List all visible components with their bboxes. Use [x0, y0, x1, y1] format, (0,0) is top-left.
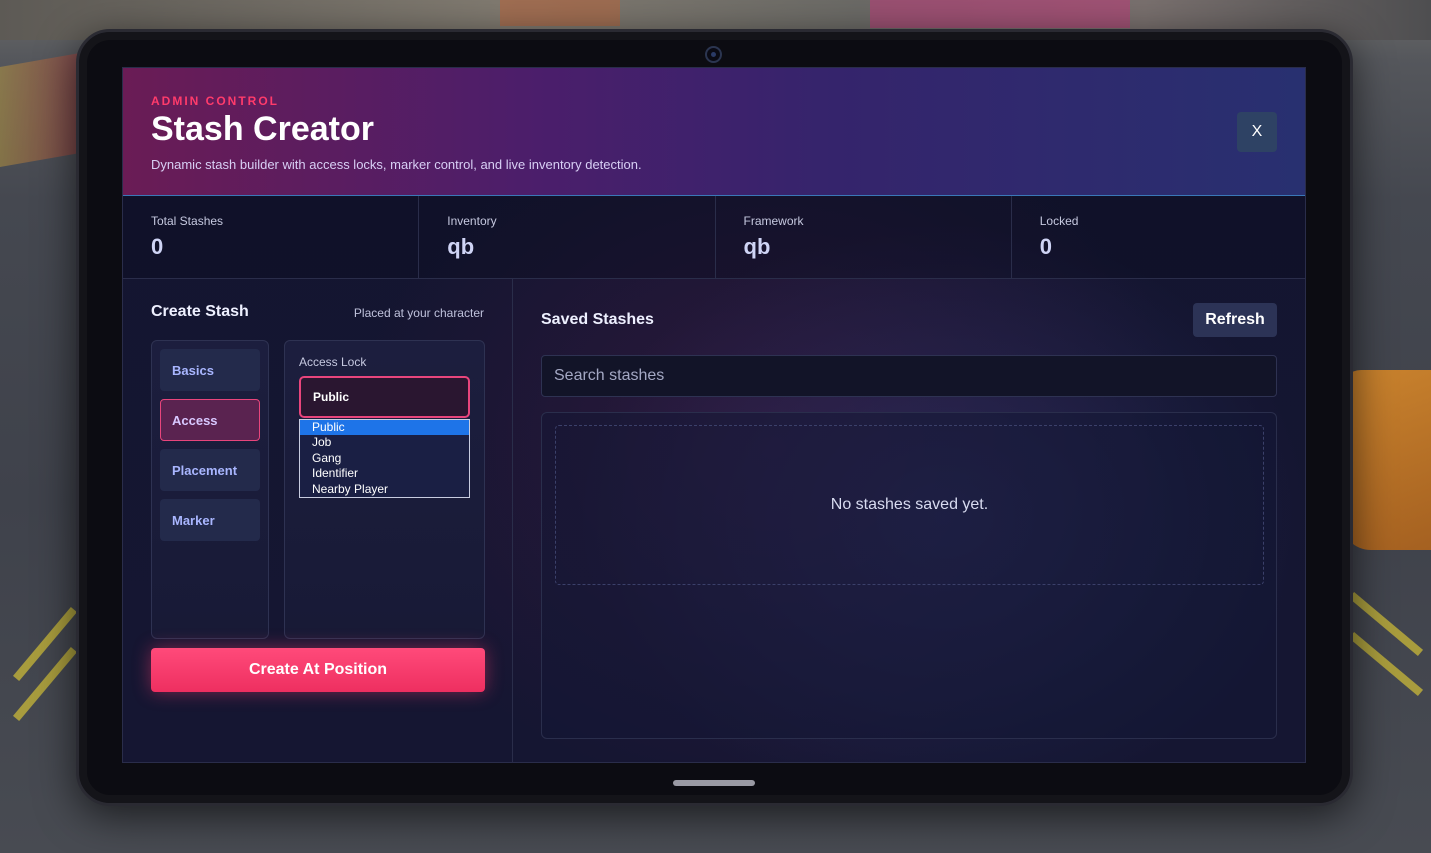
stat-value: 0: [151, 234, 164, 259]
stat-label: Locked: [1039, 214, 1079, 228]
background-graffiti: [0, 52, 80, 168]
refresh-button[interactable]: Refresh: [1193, 303, 1277, 337]
access-lock-select[interactable]: Public: [299, 376, 470, 418]
stat-label: Framework: [743, 214, 804, 228]
create-at-position-button[interactable]: Create At Position: [151, 648, 485, 692]
access-option-gang[interactable]: Gang: [300, 451, 469, 466]
background-graffiti: [500, 0, 620, 26]
page-subtitle: Dynamic stash builder with access locks,…: [151, 157, 642, 172]
stat-value: 0: [1039, 234, 1052, 259]
road-line: [13, 606, 77, 682]
saved-stashes-panel: Saved Stashes Refresh No stashes saved y…: [513, 279, 1305, 762]
access-option-public[interactable]: Public: [300, 420, 469, 436]
close-button[interactable]: X: [1237, 112, 1277, 152]
access-option-identifier[interactable]: Identifier: [300, 466, 469, 481]
background-graffiti: [870, 0, 1130, 28]
stat-total-stashes: Total Stashes 0: [123, 196, 420, 278]
empty-state: No stashes saved yet.: [555, 425, 1264, 585]
nav-item-basics[interactable]: Basics: [160, 349, 260, 391]
stat-value: qb: [447, 234, 475, 259]
nav-item-access[interactable]: Access: [160, 399, 260, 441]
home-bar[interactable]: [673, 780, 755, 786]
access-lock-dropdown: Public Job Gang Identifier Nearby Player: [299, 419, 470, 498]
background-car: [1341, 370, 1431, 550]
header-eyebrow: ADMIN CONTROL: [151, 94, 279, 108]
saved-stashes-title: Saved Stashes: [541, 311, 654, 328]
road-line: [13, 646, 77, 722]
stash-creator-screen: ADMIN CONTROL Stash Creator Dynamic stas…: [122, 67, 1306, 763]
access-option-job[interactable]: Job: [300, 435, 469, 450]
stat-inventory: Inventory qb: [419, 196, 716, 278]
access-lock-label: Access Lock: [299, 355, 367, 369]
search-input[interactable]: [541, 355, 1277, 397]
page-title: Stash Creator: [151, 110, 374, 148]
create-stash-panel: Create Stash Placed at your character Ba…: [123, 279, 513, 762]
saved-stashes-list: No stashes saved yet.: [541, 412, 1277, 739]
camera-icon: [705, 46, 722, 63]
stat-label: Total Stashes: [151, 214, 224, 228]
stats-bar: Total Stashes 0 Inventory qb Framework q…: [123, 196, 1305, 279]
access-form: Access Lock Public Public Job Gang Ident…: [284, 340, 485, 639]
access-option-nearby-player[interactable]: Nearby Player: [300, 482, 469, 497]
empty-state-text: No stashes saved yet.: [830, 496, 989, 513]
header: ADMIN CONTROL Stash Creator Dynamic stas…: [123, 68, 1305, 196]
stat-locked: Locked 0: [1011, 196, 1305, 278]
stat-label: Inventory: [447, 214, 497, 228]
create-stash-title: Create Stash: [151, 303, 249, 320]
stat-framework: Framework qb: [715, 196, 1012, 278]
create-nav: Basics Access Placement Marker: [151, 340, 269, 639]
placement-hint: Placed at your character: [353, 306, 484, 320]
nav-item-placement[interactable]: Placement: [160, 449, 260, 491]
nav-item-marker[interactable]: Marker: [160, 499, 260, 541]
stat-value: qb: [743, 234, 771, 259]
